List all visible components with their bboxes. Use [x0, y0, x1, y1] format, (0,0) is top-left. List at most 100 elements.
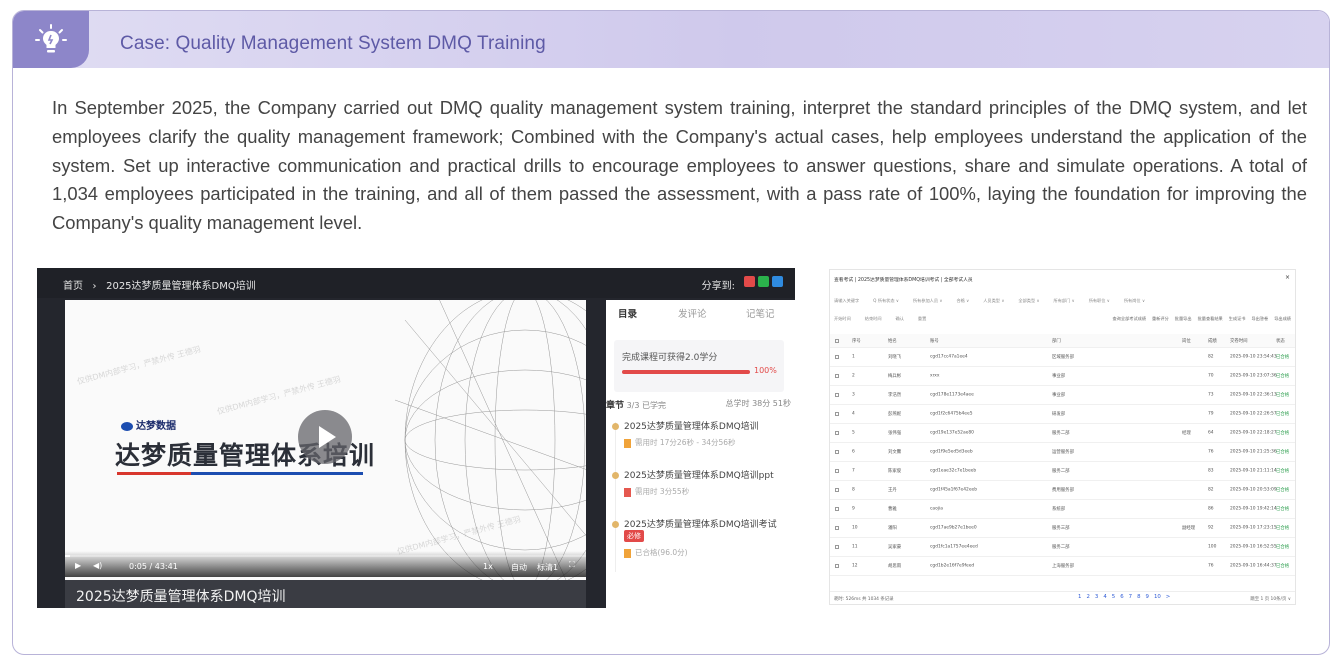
- table-cell-name: 李浩然: [888, 393, 902, 398]
- filter-control[interactable]: 所有参加人员 ∨: [913, 298, 943, 304]
- filter-control[interactable]: 所有部门 ∨: [1054, 298, 1075, 304]
- page-link[interactable]: 4: [1103, 594, 1106, 600]
- video-progress-bar[interactable]: [65, 555, 586, 557]
- table-action-button[interactable]: 批量导出: [1175, 316, 1192, 321]
- row-checkbox[interactable]: [835, 469, 839, 473]
- filter-control[interactable]: 请输入关键字: [834, 298, 859, 304]
- table-cell-status[interactable]: 已合格: [1276, 411, 1289, 417]
- table-action-button[interactable]: 导出成绩: [1274, 316, 1291, 321]
- breadcrumb-home[interactable]: 首页: [63, 281, 83, 292]
- page-link[interactable]: 3: [1095, 594, 1098, 600]
- table-cell-status[interactable]: 已合格: [1276, 468, 1289, 474]
- filter-control[interactable]: 所有岗位 ∨: [1124, 298, 1145, 304]
- table-action-button[interactable]: 导出答卷: [1251, 316, 1268, 321]
- page-link[interactable]: 5: [1112, 594, 1115, 600]
- table-row[interactable]: 10 潘阳 cgd17ae9b27e1bee0 服务三部 副经理 92 2025-09-10…: [830, 519, 1295, 538]
- row-checkbox[interactable]: [835, 488, 839, 492]
- filter-control[interactable]: 重置: [918, 316, 926, 322]
- page-link[interactable]: 9: [1146, 594, 1149, 600]
- table-action-button[interactable]: 生成证书: [1229, 316, 1246, 321]
- page-link[interactable]: 2: [1086, 594, 1089, 600]
- table-row[interactable]: 4 彭燕妮 cgd1f2c6475b4ee5 研发部 79 2025-09-10 22:2…: [830, 405, 1295, 424]
- table-row[interactable]: 6 刘文馨 cgd1f9e5ed5d3eeb 运营服务部 76 2025-09-10 21…: [830, 443, 1295, 462]
- table-cell-status[interactable]: 已合格: [1276, 354, 1289, 360]
- table-row[interactable]: 1 刘晓飞 cgd17cc47a1ee4 区域服务部 82 2025-09-10 23:5…: [830, 348, 1295, 367]
- select-all-checkbox[interactable]: [835, 338, 839, 343]
- table-cell-status[interactable]: 已合格: [1276, 392, 1289, 398]
- table-cell-status[interactable]: 已合格: [1276, 506, 1289, 512]
- close-icon[interactable]: ×: [1285, 274, 1290, 281]
- table-row[interactable]: 7 陈家俊 cgd1eae32c7e1beeb 服务二部 83 2025-09-10 21…: [830, 462, 1295, 481]
- row-checkbox[interactable]: [835, 450, 839, 454]
- breadcrumb-course: 2025达梦质量管理体系DMQ培训: [106, 281, 256, 292]
- row-checkbox[interactable]: [835, 412, 839, 416]
- quality-button[interactable]: 标清1: [537, 562, 558, 573]
- table-cell-time: 2025-09-10 22:18:27: [1230, 430, 1277, 436]
- play-icon[interactable]: [298, 410, 352, 464]
- filter-control[interactable]: 全部类型 ∨: [1018, 298, 1039, 304]
- qq-share-icon[interactable]: [772, 276, 783, 287]
- tab-notes[interactable]: 记笔记: [746, 306, 775, 320]
- auto-button[interactable]: 自动: [511, 562, 527, 573]
- play-button-icon[interactable]: ▶: [75, 561, 81, 570]
- table-cell-no: 6: [852, 449, 855, 455]
- table-cell-status[interactable]: 已合格: [1276, 525, 1289, 531]
- table-row[interactable]: 11 吴家豪 cgd1fc1a1757ee4eed 服务二部 100 2025-09-10…: [830, 538, 1295, 557]
- table-cell-name: 陈家俊: [888, 469, 902, 474]
- table-cell-status[interactable]: 已合格: [1276, 544, 1289, 550]
- row-checkbox[interactable]: [835, 545, 839, 549]
- filter-control[interactable]: 开始时间: [834, 316, 851, 322]
- table-cell-status[interactable]: 已合格: [1276, 563, 1289, 569]
- table-cell-acct: cgd1f2c6475b4ee5: [930, 411, 973, 417]
- filter-control[interactable]: 结束时间: [865, 316, 882, 322]
- lesson-item[interactable]: 2025达梦质量管理体系DMQ培训ppt 需用时 3分55秒: [624, 468, 792, 497]
- filter-control[interactable]: Q 所有状态 ∨: [873, 298, 899, 304]
- table-cell-status[interactable]: 已合格: [1276, 487, 1289, 493]
- table-action-button[interactable]: 批量查看结果: [1198, 316, 1223, 321]
- volume-icon[interactable]: ◀): [93, 561, 102, 570]
- filter-control[interactable]: 确认: [896, 316, 904, 322]
- table-action-button[interactable]: 查询全部考试成绩: [1113, 316, 1147, 321]
- table-row[interactable]: 2 梅兵彬 xrxx 事业部 70 2025-09-10 23:07:36 已合格: [830, 367, 1295, 386]
- table-row[interactable]: 12 胡思雨 cgd1b2e16f7e9feed 上海服务部 76 2025-09-10 …: [830, 557, 1295, 576]
- tab-catalog[interactable]: 目录: [618, 306, 637, 320]
- filter-control[interactable]: 合格 ∨: [956, 298, 969, 304]
- table-cell-time: 2025-09-10 22:26:57: [1230, 411, 1277, 417]
- page-link[interactable]: 7: [1129, 594, 1132, 600]
- table-cell-status[interactable]: 已合格: [1276, 373, 1289, 379]
- column-header: 账号: [930, 338, 939, 344]
- page-link[interactable]: 6: [1120, 594, 1123, 600]
- fullscreen-icon[interactable]: ⛶: [569, 560, 575, 570]
- table-cell-dept: 研发部: [1052, 412, 1066, 417]
- wechat-share-icon[interactable]: [758, 276, 769, 287]
- weibo-share-icon[interactable]: [744, 276, 755, 287]
- table-cell-score: 86: [1208, 506, 1214, 512]
- row-checkbox[interactable]: [835, 564, 839, 568]
- tab-comment[interactable]: 发评论: [678, 306, 707, 320]
- filter-control[interactable]: 所有职位 ∨: [1089, 298, 1110, 304]
- page-link[interactable]: 1: [1078, 594, 1081, 600]
- table-action-button[interactable]: 重新评分: [1152, 316, 1169, 321]
- row-checkbox[interactable]: [835, 507, 839, 511]
- page-size-select[interactable]: 跳至 1 页 10条/页 ∨: [1250, 596, 1291, 602]
- row-checkbox[interactable]: [835, 526, 839, 530]
- lesson-item[interactable]: 2025达梦质量管理体系DMQ培训 需用时 17分26秒 - 34分56秒: [624, 419, 792, 448]
- table-row[interactable]: 8 王丹 cgd1f45a1f67e42eeb 费用服务部 82 2025-09-10 2…: [830, 481, 1295, 500]
- row-checkbox[interactable]: [835, 431, 839, 435]
- page-link[interactable]: 8: [1137, 594, 1140, 600]
- page-link[interactable]: >: [1166, 594, 1171, 600]
- row-checkbox[interactable]: [835, 393, 839, 397]
- table-cell-status[interactable]: 已合格: [1276, 449, 1289, 455]
- row-checkbox[interactable]: [835, 374, 839, 378]
- lesson-item[interactable]: 2025达梦质量管理体系DMQ培训考试 必修 已合格(96.0分): [624, 517, 792, 558]
- filter-control[interactable]: 人员类型 ∨: [983, 298, 1004, 304]
- table-cell-status[interactable]: 已合格: [1276, 430, 1289, 436]
- table-row[interactable]: 3 李浩然 cgd178e1173e4aee 事业部 73 2025-09-10 22:3…: [830, 386, 1295, 405]
- row-checkbox[interactable]: [835, 355, 839, 359]
- speed-button[interactable]: 1x: [483, 562, 493, 571]
- table-cell-score: 79: [1208, 411, 1214, 417]
- table-cell-time: 2025-09-10 17:23:15: [1230, 525, 1277, 531]
- table-row[interactable]: 5 张伟强 cgd19e137e52ae80 服务二部 经理 64 2025-09-10 2…: [830, 424, 1295, 443]
- page-link[interactable]: 10: [1154, 594, 1161, 600]
- table-row[interactable]: 9 曹雅 caojia 系统部 86 2025-09-10 19:42:14 已合格: [830, 500, 1295, 519]
